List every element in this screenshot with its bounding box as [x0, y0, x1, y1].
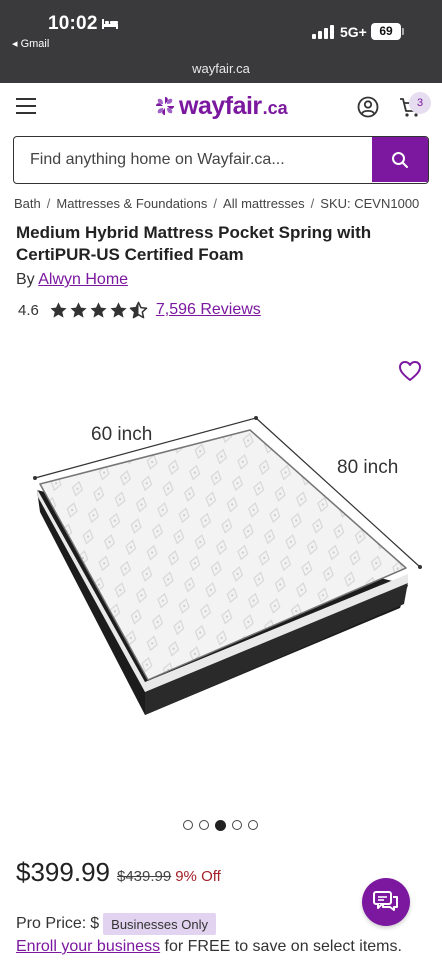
star-full-icon	[90, 301, 107, 318]
network-type: 5G+	[340, 24, 367, 40]
price-row: $399.99 $439.99 9% Off	[16, 857, 221, 888]
breadcrumb-sku: SKU: CEVN1000	[320, 196, 420, 211]
product-image-mattress[interactable]	[0, 390, 442, 730]
star-full-icon	[50, 301, 67, 318]
reviews-link[interactable]: 7,596 Reviews	[156, 301, 261, 319]
url-bar[interactable]: wayfair.ca	[0, 56, 442, 83]
logo-suffix: .ca	[262, 97, 288, 118]
breadcrumb-item-bath[interactable]: Bath	[14, 196, 41, 211]
current-price: $399.99	[16, 857, 110, 887]
heart-favorite-icon[interactable]	[398, 360, 422, 382]
chat-button[interactable]	[362, 878, 410, 926]
enroll-business-text: for FREE to save on select items.	[160, 938, 402, 955]
battery-tip	[402, 28, 404, 35]
discount-label: 9% Off	[175, 868, 221, 885]
search-bar	[13, 136, 429, 184]
pro-price-dollar: $	[90, 915, 100, 932]
star-half-icon	[129, 301, 148, 318]
carousel-dot[interactable]	[232, 820, 242, 830]
search-button[interactable]	[372, 137, 428, 182]
star-full-icon	[70, 301, 87, 318]
carousel-dot[interactable]	[199, 820, 209, 830]
rating-row: 4.6 7,596 Reviews	[18, 300, 261, 320]
dimension-label-length: 80 inch	[337, 457, 399, 478]
star-full-icon	[110, 301, 127, 318]
product-title: Medium Hybrid Mattress Pocket Spring wit…	[16, 223, 372, 264]
breadcrumb: Bath / Mattresses & Foundations / All mattre…	[14, 196, 419, 211]
enroll-business-row: Enroll your business for FREE to save on…	[16, 938, 402, 956]
sleep-bed-icon	[102, 19, 118, 29]
pro-price-row: Pro Price: $ Businesses Only	[16, 913, 216, 935]
cart-count-badge: 3	[409, 92, 431, 114]
pro-price-label: Pro Price:	[16, 915, 87, 932]
back-to-gmail-link[interactable]: ◂ Gmail	[12, 37, 49, 50]
status-time: 10:02	[48, 13, 98, 34]
image-carousel-dots	[183, 819, 264, 831]
wayfair-pinwheel-icon	[156, 97, 174, 115]
account-icon[interactable]	[357, 96, 379, 118]
breadcrumb-separator: /	[46, 196, 51, 211]
businesses-only-badge: Businesses Only	[103, 913, 216, 935]
by-prefix: By	[16, 271, 35, 288]
cell-signal-icon	[312, 25, 334, 39]
dimension-label-width: 60 inch	[91, 424, 153, 445]
product-byline: By Alwyn Home	[16, 271, 128, 289]
carousel-dot[interactable]	[183, 820, 193, 830]
search-input[interactable]	[14, 137, 372, 182]
brand-link[interactable]: Alwyn Home	[38, 271, 128, 288]
original-price: $439.99	[116, 868, 172, 885]
site-header: wayfair .ca 3	[0, 83, 442, 129]
chat-icon	[373, 891, 398, 911]
breadcrumb-separator: /	[310, 196, 315, 211]
hamburger-menu-icon[interactable]	[16, 98, 36, 114]
breadcrumb-item-mattresses-foundations[interactable]: Mattresses & Foundations	[56, 196, 207, 211]
battery-icon: 69	[371, 23, 401, 40]
rating-value: 4.6	[18, 301, 39, 319]
carousel-dot-active[interactable]	[215, 819, 226, 831]
logo-text: wayfair	[179, 91, 262, 120]
breadcrumb-item-all-mattresses[interactable]: All mattresses	[223, 196, 305, 211]
carousel-dot[interactable]	[248, 820, 258, 830]
wayfair-logo[interactable]: wayfair .ca	[154, 91, 288, 121]
search-icon	[392, 151, 408, 168]
status-bar: 10:02 ◂ Gmail 5G+ 69	[0, 0, 442, 56]
star-rating	[49, 301, 149, 320]
breadcrumb-separator: /	[213, 196, 218, 211]
enroll-business-link[interactable]: Enroll your business	[16, 938, 160, 955]
